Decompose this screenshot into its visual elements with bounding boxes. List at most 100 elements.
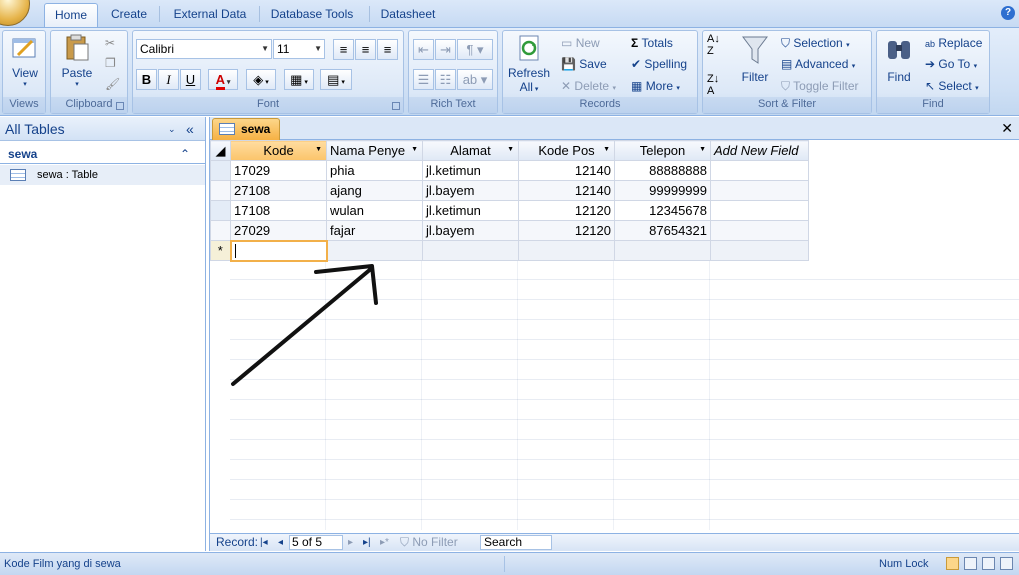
pivot-table-view-icon[interactable]: [964, 557, 977, 570]
group-label-find: Find: [877, 97, 989, 113]
tab-create[interactable]: Create: [102, 3, 156, 27]
fill-color-button[interactable]: ◈ ▾: [246, 69, 276, 90]
italic-button[interactable]: I: [158, 69, 179, 90]
datasheet-view-icon[interactable]: [946, 557, 959, 570]
record-position-input[interactable]: 5 of 5: [289, 535, 343, 550]
status-divider: [504, 556, 505, 572]
cut-icon[interactable]: ✂: [105, 36, 115, 50]
refresh-icon: [519, 35, 539, 61]
search-box[interactable]: Search: [480, 535, 552, 550]
pivot-chart-view-icon[interactable]: [982, 557, 995, 570]
tab-separator: [369, 6, 370, 22]
decrease-indent-button: ⇤: [413, 39, 434, 60]
group-font: Calibri ▼ 11 ▼ ≡ ≡ ≡ B I U A ▾ ◈ ▾ ▦ ▾ ▤ ▾…: [132, 30, 404, 114]
paint-bucket-icon: ◈: [253, 72, 264, 87]
group-sort-filter: A↓ Z Z↓ A Filter ⛉ Selection ▾ ▤ Advanced …: [702, 30, 872, 114]
group-label-views: Views: [3, 97, 45, 113]
toggle-filter-icon: ⛉: [781, 79, 791, 93]
spelling-icon: ✔: [631, 57, 642, 71]
format-painter-icon[interactable]: 🖌: [105, 77, 120, 91]
filter-button[interactable]: Filter: [733, 33, 777, 84]
paragraph-button: ¶ ▾: [457, 39, 493, 60]
next-record-icon: ▸: [348, 537, 354, 548]
paste-button[interactable]: Paste ▾: [55, 33, 99, 88]
highlight-button: ab ▾: [457, 69, 493, 90]
nav-pane-header[interactable]: All Tables ⌄ «: [0, 117, 205, 141]
group-clipboard: Paste ▾ ✂ ❐ 🖌 Clipboard: [50, 30, 128, 114]
clipboard-dialog-launcher[interactable]: [116, 102, 124, 110]
font-color-button[interactable]: A ▾: [208, 69, 238, 90]
gridlines-button[interactable]: ▦ ▾: [284, 69, 314, 90]
underline-button[interactable]: U: [180, 69, 201, 90]
status-bar: Kode Film yang di sewa Num Lock: [0, 552, 1019, 575]
refresh-all-button[interactable]: Refresh All ▾: [505, 33, 553, 94]
navigation-pane: All Tables ⌄ « sewa ⌃ sewa : Table: [0, 117, 206, 551]
find-button[interactable]: Find: [877, 33, 921, 84]
record-navigation-bar: Record: |◂ ◂ 5 of 5 ▸ ▸| ▸* ⛉ No Filter …: [210, 533, 1019, 551]
nav-item-label: sewa : Table: [37, 169, 98, 181]
new-record-button: ▭ New: [561, 36, 600, 50]
binoculars-icon: [888, 41, 910, 59]
no-filter-indicator[interactable]: ⛉ No Filter: [400, 534, 458, 551]
font-size-combo[interactable]: 11 ▼: [273, 39, 325, 59]
collapse-pane-icon[interactable]: «: [186, 117, 194, 141]
nav-item-sewa-table[interactable]: sewa : Table: [0, 165, 205, 185]
arrow-right-icon: ➔: [925, 57, 936, 71]
increase-indent-button: ⇥: [435, 39, 456, 60]
tab-database-tools[interactable]: Database Tools: [264, 3, 360, 27]
sort-descending-icon[interactable]: Z↓ A: [707, 73, 719, 97]
align-left-button[interactable]: ≡: [333, 39, 354, 60]
sort-ascending-icon[interactable]: A↓ Z: [707, 33, 720, 57]
goto-button[interactable]: ➔ Go To ▾: [925, 55, 977, 73]
select-button[interactable]: ↖ Select ▾: [925, 77, 979, 95]
numbering-button: ☷: [435, 69, 456, 90]
spelling-button[interactable]: ✔ Spelling: [631, 55, 687, 73]
align-center-button[interactable]: ≡: [355, 39, 376, 60]
tab-datasheet[interactable]: Datasheet: [373, 3, 443, 27]
nav-group-label: sewa: [8, 147, 38, 161]
tab-separator: [259, 6, 260, 22]
group-label-rich-text: Rich Text: [409, 97, 497, 113]
nav-dropdown-icon[interactable]: ⌄: [168, 117, 176, 141]
group-find: Find ab Replace ➔ Go To ▾ ↖ Select ▾ Fin…: [876, 30, 990, 114]
more-button[interactable]: ▦ More ▾: [631, 77, 680, 95]
copy-icon[interactable]: ❐: [105, 56, 116, 70]
office-button[interactable]: [0, 0, 30, 26]
num-lock-indicator: Num Lock: [879, 558, 929, 570]
advanced-filter-icon: ▤: [781, 57, 793, 71]
save-record-button[interactable]: 💾 Save: [561, 55, 607, 73]
previous-record-icon[interactable]: ◂: [278, 534, 283, 551]
tab-home[interactable]: Home: [44, 3, 98, 28]
ribbon-tab-bar: Home Create External Data Database Tools…: [0, 0, 1019, 28]
tab-external-data[interactable]: External Data: [165, 3, 255, 27]
sigma-icon: Σ: [631, 36, 639, 50]
align-right-button[interactable]: ≡: [377, 39, 398, 60]
table-icon: ▦: [631, 79, 643, 93]
group-views: View ▾ Views: [2, 30, 46, 114]
document-area: sewa ✕ ◢ Kode ▼ Nama Penye ▼ Alamat ▼ Kode …: [209, 117, 1019, 551]
first-record-icon[interactable]: |◂: [260, 534, 268, 551]
view-button[interactable]: View ▾: [3, 33, 47, 88]
save-icon: 💾: [561, 57, 576, 71]
bold-button[interactable]: B: [136, 69, 157, 90]
advanced-button[interactable]: ▤ Advanced ▾: [781, 55, 855, 73]
design-view-icon[interactable]: [1000, 557, 1013, 570]
nav-group-sewa[interactable]: sewa ⌃: [0, 144, 205, 164]
help-icon[interactable]: ?: [1001, 6, 1015, 20]
table-icon: [10, 169, 26, 181]
font-dialog-launcher[interactable]: [392, 102, 400, 110]
new-record-nav-icon: ▸*: [380, 537, 389, 548]
selection-filter-icon: ⛉: [781, 36, 791, 50]
alternate-fill-button[interactable]: ▤ ▾: [320, 69, 352, 90]
group-rich-text: ⇤ ⇥ ¶ ▾ ☰ ☷ ab ▾ Rich Text: [408, 30, 498, 114]
totals-button[interactable]: Σ Totals: [631, 34, 673, 52]
last-record-icon[interactable]: ▸|: [363, 534, 371, 551]
selection-button[interactable]: ⛉ Selection ▾: [781, 34, 850, 52]
replace-button[interactable]: ab Replace: [925, 34, 982, 52]
tab-separator: [159, 6, 160, 22]
paste-icon: [66, 34, 89, 61]
font-name-combo[interactable]: Calibri ▼: [136, 39, 272, 59]
bullets-button: ☰: [413, 69, 434, 90]
collapse-group-icon[interactable]: ⌃: [180, 144, 190, 164]
funnel-icon: [742, 36, 768, 64]
